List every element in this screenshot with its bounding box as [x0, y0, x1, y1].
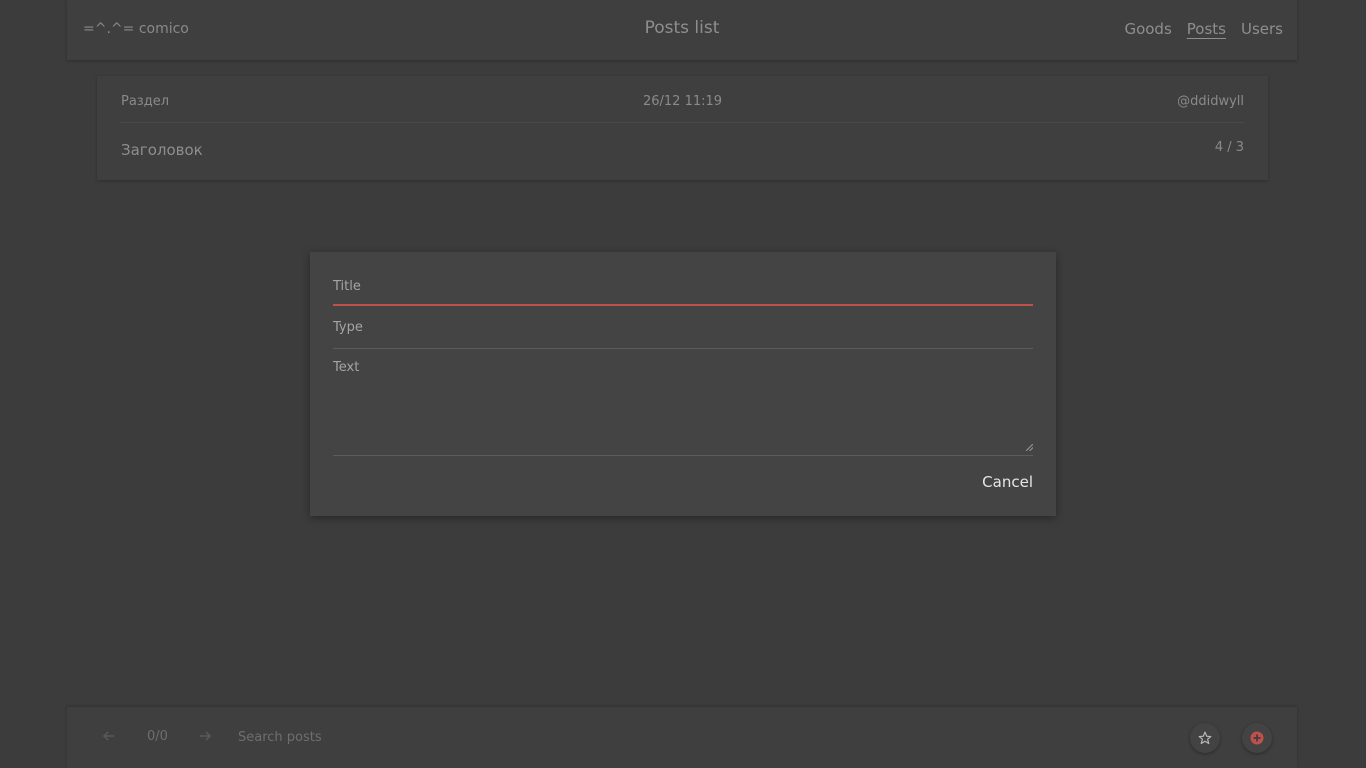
arrow-right-icon[interactable] — [197, 729, 213, 745]
new-post-dialog: Title Type Text Cancel — [310, 252, 1056, 516]
post-date: 26/12 11:19 — [642, 94, 723, 109]
page-title: Posts list — [644, 18, 720, 38]
post-heading[interactable]: Заголовок — [121, 141, 203, 159]
app-page: =^.^= comico Posts list Goods Posts User… — [0, 0, 1366, 768]
type-input[interactable] — [333, 316, 1033, 344]
nav-item-goods[interactable]: Goods — [1124, 20, 1171, 38]
post-count: 4 / 3 — [1214, 140, 1244, 155]
bottom-bar: 0/0 — [67, 707, 1297, 768]
text-field-underline — [333, 455, 1033, 456]
star-icon — [1198, 731, 1212, 745]
add-post-button[interactable] — [1242, 723, 1272, 753]
title-input[interactable] — [333, 276, 1033, 302]
nav-item-posts[interactable]: Posts — [1187, 20, 1226, 38]
post-card[interactable]: Раздел 26/12 11:19 @ddidwyll Заголовок 4… — [97, 76, 1268, 180]
cancel-button[interactable]: Cancel — [982, 473, 1033, 491]
add-circle-icon — [1250, 731, 1264, 745]
text-field-label: Text — [333, 360, 360, 375]
text-textarea[interactable] — [333, 378, 1033, 450]
favorites-button[interactable] — [1190, 723, 1220, 753]
arrow-left-icon[interactable] — [101, 729, 117, 745]
post-author[interactable]: @ddidwyll — [1177, 94, 1244, 109]
nav-item-users[interactable]: Users — [1241, 20, 1283, 38]
post-divider — [121, 122, 1244, 123]
type-field-underline — [333, 348, 1033, 349]
pager-count: 0/0 — [147, 729, 168, 744]
main-nav: Goods Posts Users — [1124, 20, 1283, 38]
top-header: =^.^= comico Posts list Goods Posts User… — [67, 0, 1297, 60]
search-input[interactable] — [238, 727, 738, 747]
title-field-underline — [333, 304, 1033, 306]
resize-grip-icon[interactable] — [1026, 444, 1033, 451]
